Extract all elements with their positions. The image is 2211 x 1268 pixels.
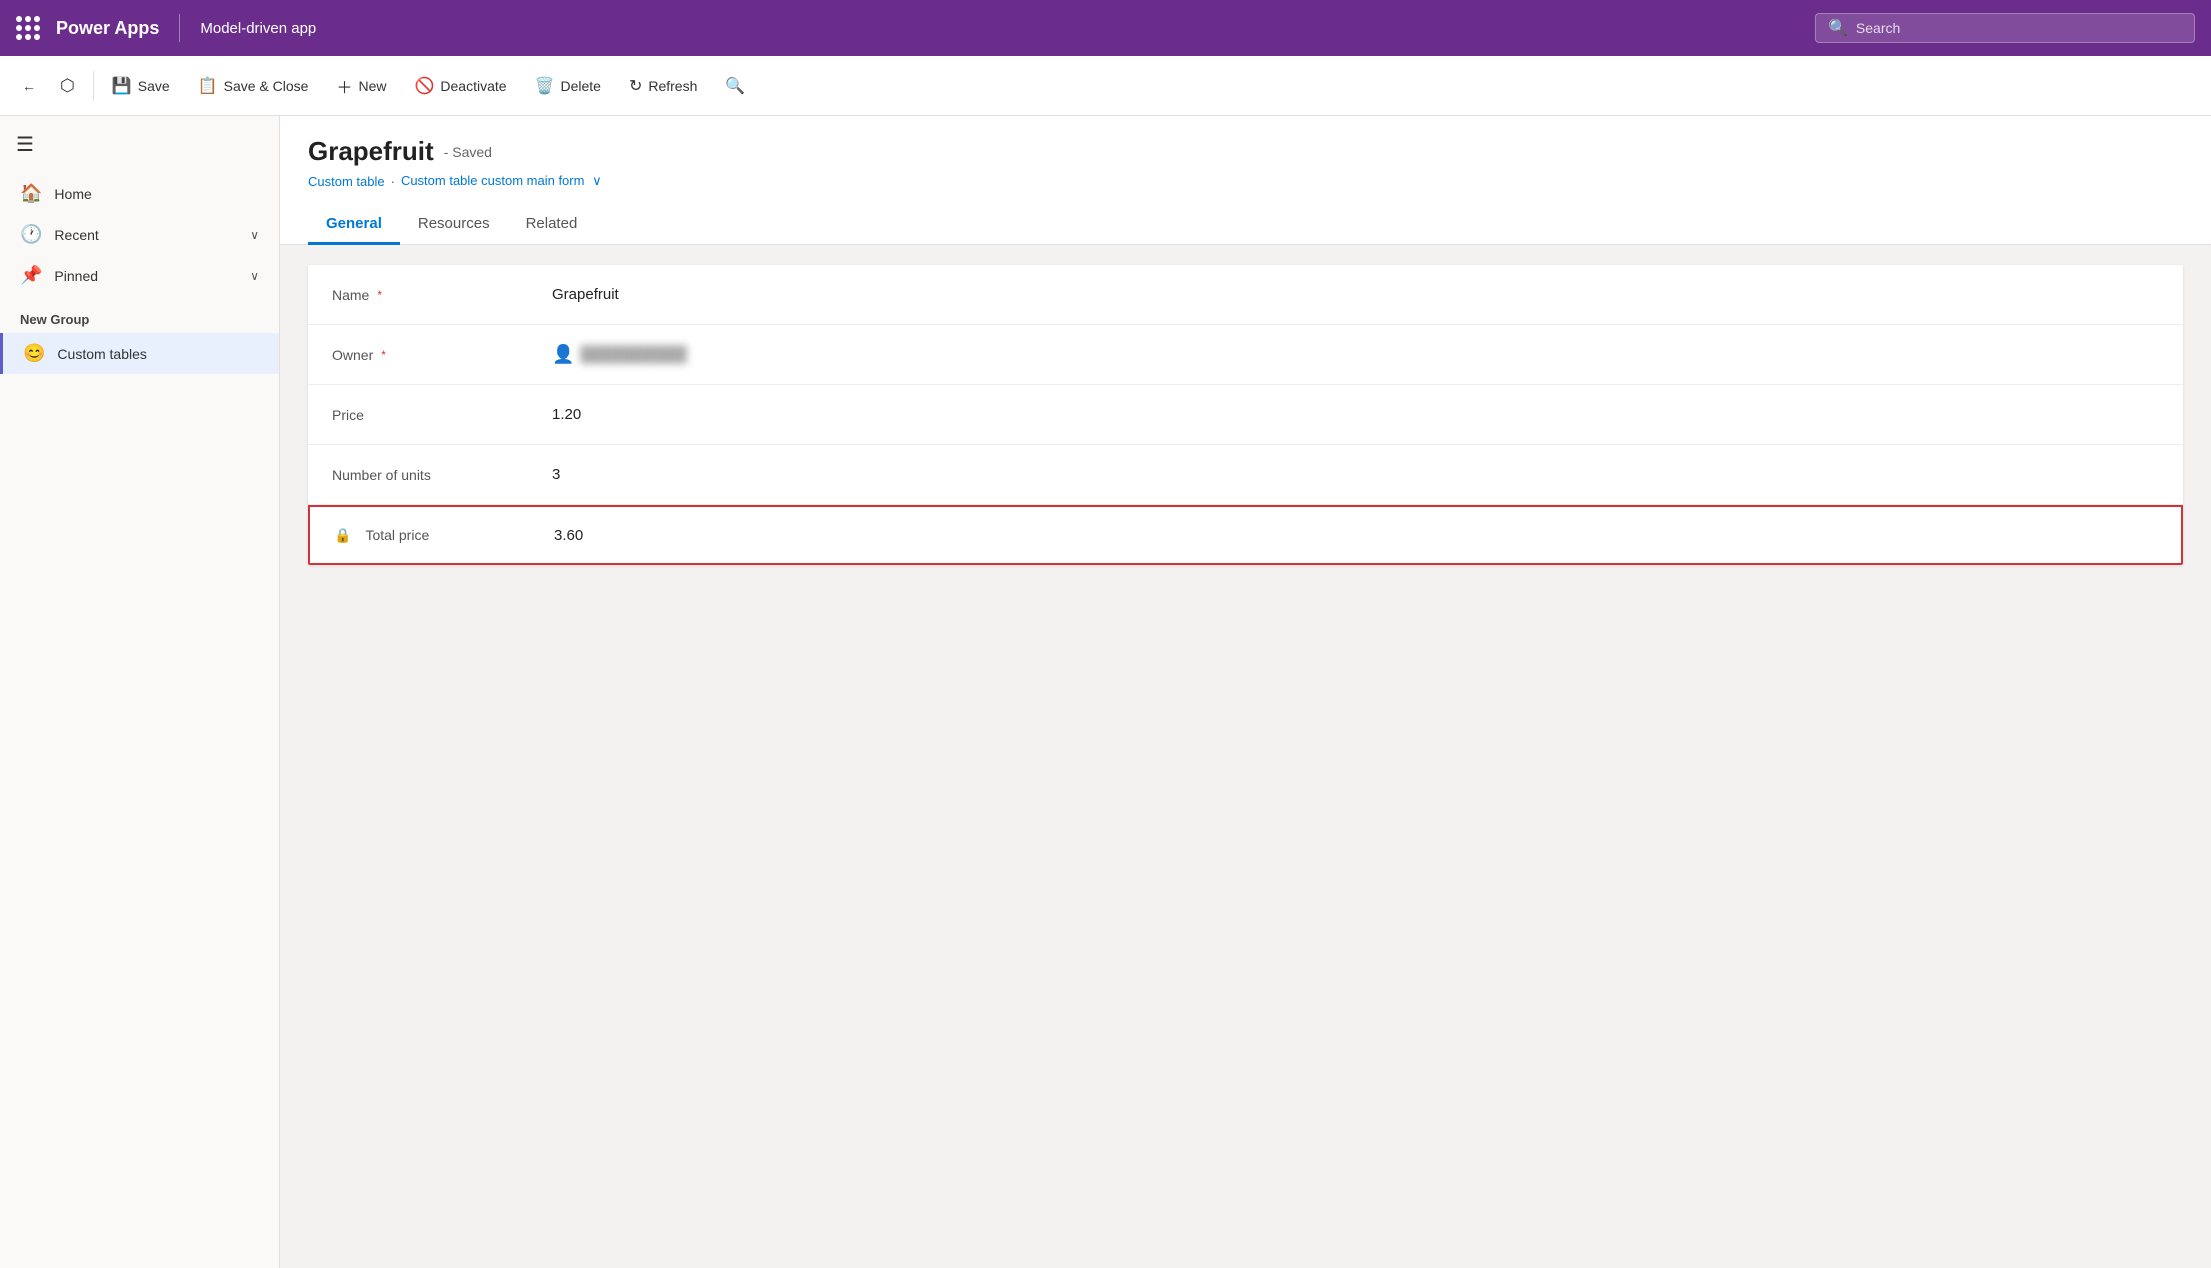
refresh-icon: ↻ (629, 76, 642, 96)
field-label-number-of-units: Number of units (332, 467, 552, 483)
cmd-separator-1 (93, 71, 94, 101)
sidebar-item-home[interactable]: 🏠 Home (0, 173, 279, 214)
form-row-owner: Owner * 👤 ██████████ (308, 325, 2183, 385)
breadcrumb-form-link[interactable]: Custom table custom main form ∨ (401, 173, 602, 189)
field-value-number-of-units[interactable]: 3 (552, 466, 560, 483)
top-bar: Power Apps Model-driven app 🔍 (0, 0, 2211, 56)
record-saved-badge: - Saved (444, 144, 492, 160)
field-label-owner: Owner * (332, 347, 552, 363)
form-row-number-of-units: Number of units 3 (308, 445, 2183, 505)
save-icon: 💾 (112, 76, 132, 96)
field-value-total-price: 3.60 (554, 527, 583, 544)
save-close-icon: 📋 (198, 76, 218, 96)
search-cmd-icon: 🔍 (725, 76, 745, 96)
form-row-name: Name * Grapefruit (308, 265, 2183, 325)
field-value-name[interactable]: Grapefruit (552, 286, 619, 303)
required-asterisk-name: * (377, 288, 382, 302)
sidebar-item-custom-tables[interactable]: 😊 Custom tables (0, 333, 279, 374)
field-value-owner: ██████████ (580, 346, 686, 363)
breadcrumb-form-chevron-icon: ∨ (592, 173, 602, 188)
tab-resources[interactable]: Resources (400, 205, 508, 245)
record-header: Grapefruit - Saved Custom table · Custom… (280, 116, 2211, 205)
sidebar-recent-label: Recent (54, 227, 98, 243)
pop-out-button[interactable]: ⬡ (46, 70, 89, 102)
breadcrumb-separator: · (391, 174, 395, 189)
search-button[interactable]: 🔍 (711, 70, 759, 102)
back-button[interactable]: ← (12, 72, 46, 100)
sidebar-hamburger[interactable]: ☰ (0, 124, 279, 173)
tab-general[interactable]: General (308, 205, 400, 245)
pinned-icon: 📌 (20, 265, 42, 286)
back-icon: ← (22, 78, 36, 94)
sidebar-item-pinned[interactable]: 📌 Pinned ∨ (0, 255, 279, 296)
home-icon: 🏠 (20, 183, 42, 204)
custom-tables-icon: 😊 (23, 343, 45, 364)
command-bar: ← ⬡ 💾 Save 📋 Save & Close ＋ New 🚫 Deacti… (0, 56, 2211, 116)
refresh-button[interactable]: ↻ Refresh (615, 70, 711, 102)
breadcrumb-form-label: Custom table custom main form (401, 173, 585, 188)
deactivate-icon: 🚫 (414, 76, 434, 96)
sidebar: ☰ 🏠 Home 🕐 Recent ∨ 📌 Pinned ∨ New Group… (0, 116, 280, 1268)
field-value-owner-container[interactable]: 👤 ██████████ (552, 344, 687, 365)
form-row-price: Price 1.20 (308, 385, 2183, 445)
deactivate-button[interactable]: 🚫 Deactivate (400, 70, 520, 102)
owner-user-icon: 👤 (552, 344, 574, 365)
sidebar-group-label: New Group (0, 296, 279, 333)
form-area: Name * Grapefruit Owner * 👤 ██████████ (280, 245, 2211, 1268)
search-bar[interactable]: 🔍 (1815, 13, 2195, 43)
app-name: Model-driven app (200, 20, 316, 37)
search-input[interactable] (1856, 20, 2182, 36)
field-label-price: Price (332, 407, 552, 423)
delete-icon: 🗑️ (535, 76, 555, 96)
search-icon: 🔍 (1828, 18, 1848, 38)
breadcrumb-table-link[interactable]: Custom table (308, 174, 385, 189)
field-label-total-price: 🔒 Total price (334, 527, 554, 544)
new-icon: ＋ (336, 74, 352, 98)
recent-icon: 🕐 (20, 224, 42, 245)
required-asterisk-owner: * (381, 348, 386, 362)
form-row-total-price: 🔒 Total price 3.60 (308, 505, 2183, 565)
tab-related[interactable]: Related (508, 205, 596, 245)
record-title: Grapefruit (308, 136, 434, 167)
top-bar-divider (179, 14, 180, 42)
lock-icon: 🔒 (334, 527, 351, 544)
content-panel: Grapefruit - Saved Custom table · Custom… (280, 116, 2211, 1268)
app-launcher-button[interactable] (16, 16, 40, 40)
sidebar-home-label: Home (54, 186, 91, 202)
new-button[interactable]: ＋ New (322, 68, 400, 104)
recent-chevron-icon: ∨ (250, 228, 259, 242)
tabs-row: General Resources Related (280, 205, 2211, 245)
main-area: ☰ 🏠 Home 🕐 Recent ∨ 📌 Pinned ∨ New Group… (0, 116, 2211, 1268)
power-apps-title: Power Apps (56, 18, 159, 39)
field-label-name: Name * (332, 287, 552, 303)
breadcrumb: Custom table · Custom table custom main … (308, 173, 2183, 189)
pinned-chevron-icon: ∨ (250, 269, 259, 283)
field-value-price[interactable]: 1.20 (552, 406, 581, 423)
sidebar-item-recent[interactable]: 🕐 Recent ∨ (0, 214, 279, 255)
save-button[interactable]: 💾 Save (98, 70, 184, 102)
delete-button[interactable]: 🗑️ Delete (521, 70, 615, 102)
sidebar-custom-tables-label: Custom tables (57, 346, 146, 362)
save-close-button[interactable]: 📋 Save & Close (184, 70, 323, 102)
sidebar-pinned-label: Pinned (54, 268, 98, 284)
form-card: Name * Grapefruit Owner * 👤 ██████████ (308, 265, 2183, 565)
pop-out-icon: ⬡ (60, 76, 75, 96)
